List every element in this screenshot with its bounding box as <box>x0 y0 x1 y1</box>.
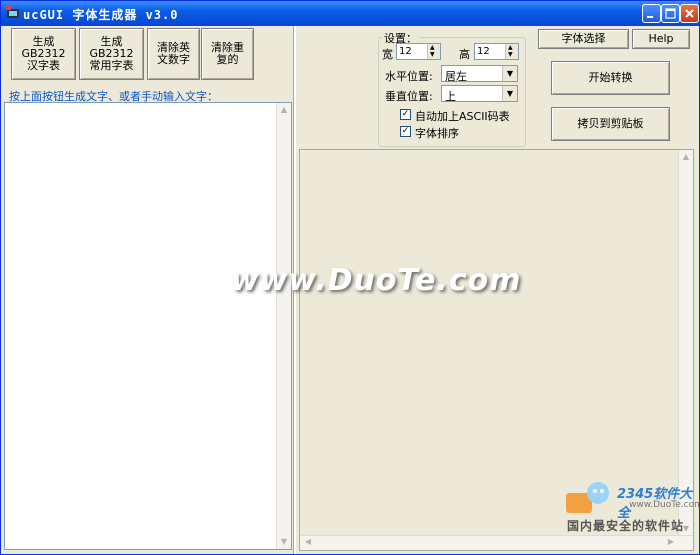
h-align-label: 水平位置: <box>385 70 433 83</box>
copy-to-clipboard-button[interactable]: 拷贝到剪贴板 <box>551 107 670 141</box>
start-convert-button[interactable]: 开始转换 <box>551 61 670 95</box>
v-align-select[interactable]: 上 ▼ <box>441 85 518 103</box>
chevron-down-icon[interactable]: ▼ <box>502 86 517 101</box>
app-window: ucGUI 字体生成器 v3.0 生成GB2312 汉字表 生成GB2312 常… <box>0 0 700 555</box>
scroll-down-icon[interactable]: ▼ <box>278 536 290 548</box>
logo-slogan: 国内最安全的软件站 <box>567 519 685 533</box>
scroll-left-icon[interactable]: ◀ <box>302 536 314 548</box>
watermark-text: www.DuoTe.com <box>231 263 522 298</box>
help-button[interactable]: Help <box>632 29 690 49</box>
window-title: ucGUI 字体生成器 v3.0 <box>23 8 179 22</box>
v-align-value: 上 <box>445 90 456 103</box>
clear-duplicates-button[interactable]: 清除重 复的 <box>201 28 254 80</box>
width-spinner[interactable]: 12 ▲ ▼ <box>396 43 441 60</box>
height-value: 12 <box>477 46 490 57</box>
close-button[interactable] <box>680 4 699 23</box>
width-value: 12 <box>399 46 412 57</box>
maximize-button[interactable] <box>661 4 680 23</box>
height-spin-buttons[interactable]: ▲ ▼ <box>505 44 518 59</box>
text-input-area[interactable]: ▲ ▼ <box>4 102 292 550</box>
minimize-icon <box>647 16 653 18</box>
app-icon <box>6 6 19 18</box>
h-align-select[interactable]: 居左 ▼ <box>441 65 518 83</box>
sort-checkbox[interactable]: ✓ <box>400 126 411 137</box>
height-label: 高 <box>459 48 470 61</box>
right-h-scrollbar[interactable]: ◀ ▶ <box>300 535 693 550</box>
width-label: 宽 <box>382 48 393 61</box>
gen-gb2312-button[interactable]: 生成GB2312 汉字表 <box>11 28 76 80</box>
height-spinner[interactable]: 12 ▲ ▼ <box>474 43 519 60</box>
width-spin-buttons[interactable]: ▲ ▼ <box>427 44 440 59</box>
gen-gb2312-common-button[interactable]: 生成GB2312 常用字表 <box>79 28 144 80</box>
auto-ascii-label: 自动加上ASCII码表 <box>415 110 510 123</box>
maximize-icon <box>665 8 676 19</box>
spin-down-icon[interactable]: ▼ <box>430 52 435 58</box>
spin-down-icon[interactable]: ▼ <box>508 52 513 58</box>
font-select-button[interactable]: 字体选择 <box>538 29 629 49</box>
auto-ascii-checkbox[interactable]: ✓ <box>400 109 411 120</box>
mascot-logo-icon <box>566 482 609 513</box>
sort-label: 字体排序 <box>415 127 459 140</box>
h-align-value: 居左 <box>445 70 467 83</box>
minimize-button[interactable] <box>642 4 661 23</box>
scroll-up-icon[interactable]: ▲ <box>278 104 290 116</box>
v-align-label: 垂直位置: <box>385 90 433 103</box>
close-icon <box>685 9 694 18</box>
chevron-down-icon[interactable]: ▼ <box>502 66 517 81</box>
scroll-right-icon[interactable]: ▶ <box>665 536 677 548</box>
left-scrollbar[interactable]: ▲ ▼ <box>276 103 291 549</box>
logo-url: www.DuoTe.com <box>629 500 700 510</box>
clear-alnum-button[interactable]: 清除英 文数字 <box>147 28 200 80</box>
scroll-up-icon[interactable]: ▲ <box>680 151 692 163</box>
title-bar[interactable]: ucGUI 字体生成器 v3.0 <box>1 1 699 26</box>
